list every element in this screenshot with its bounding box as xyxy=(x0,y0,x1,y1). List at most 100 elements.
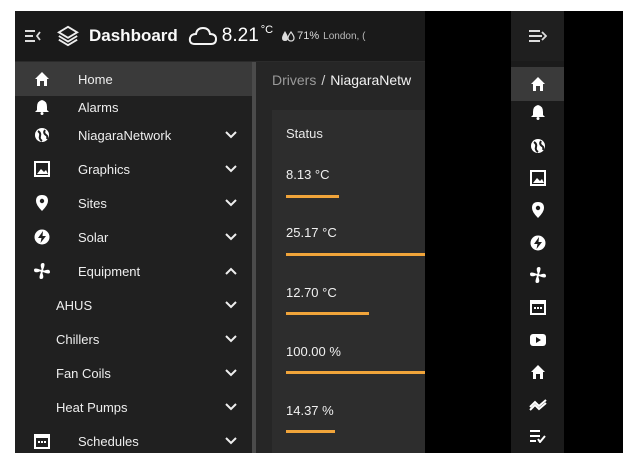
layers-icon xyxy=(51,11,85,61)
chevron-down-icon[interactable] xyxy=(224,196,238,210)
breadcrumb: Drivers / NiagaraNetw xyxy=(272,72,411,88)
bell-icon xyxy=(33,98,51,116)
temperature-unit: °C xyxy=(260,24,274,36)
location-label: London, ( xyxy=(323,30,366,42)
trend-icon xyxy=(528,399,547,411)
cloud-icon xyxy=(188,26,217,45)
bolt-icon xyxy=(33,228,51,246)
humidity-icon xyxy=(282,30,295,42)
rail-item-equipment[interactable] xyxy=(511,258,564,292)
rail-item-sites[interactable] xyxy=(511,193,564,227)
app-title: Dashboard xyxy=(89,26,178,45)
sidebar-item-label: Fan Coils xyxy=(56,365,111,381)
sidebar-item-schedules[interactable]: Schedules xyxy=(15,424,252,453)
sidebar-item-ahus[interactable]: AHUS xyxy=(15,288,252,322)
menu-expand-icon xyxy=(528,30,547,42)
chevron-up-icon[interactable] xyxy=(224,264,238,278)
sidebar-item-label: AHUS xyxy=(56,297,93,313)
status-header: Status xyxy=(286,126,323,141)
status-value: 8.13 °C xyxy=(286,167,330,182)
list-check-icon xyxy=(529,430,546,443)
chevron-down-icon[interactable] xyxy=(224,400,238,414)
breadcrumb-drivers[interactable]: Drivers xyxy=(272,72,316,88)
menu-collapse-icon xyxy=(25,30,41,42)
chevron-down-icon[interactable] xyxy=(224,162,238,176)
status-progress-bar xyxy=(286,430,335,433)
chevron-down-icon[interactable] xyxy=(224,230,238,244)
calendar-icon xyxy=(33,432,51,450)
home-icon xyxy=(530,365,545,379)
globe-icon xyxy=(530,139,545,153)
sidebar-item-label: NiagaraNetwork xyxy=(78,127,172,143)
sidebar-item-label: Equipment xyxy=(78,263,141,279)
chevron-down-icon[interactable] xyxy=(224,434,238,448)
menu-toggle-button[interactable] xyxy=(15,11,51,61)
status-progress-bar xyxy=(286,195,339,198)
top-bar: Dashboard 8.21 °C 71% London, ( xyxy=(15,11,425,62)
sidebar-item-fan-coils[interactable]: Fan Coils xyxy=(15,356,252,390)
image-icon xyxy=(529,170,546,186)
app-panel: Dashboard 8.21 °C 71% London, ( Home Ala… xyxy=(15,11,425,453)
rail-item-home-2[interactable] xyxy=(511,355,564,389)
status-value: 14.37 % xyxy=(286,403,334,418)
rail-item-alarms[interactable] xyxy=(511,95,564,129)
status-progress-bar xyxy=(286,253,425,256)
calendar-icon xyxy=(529,300,546,315)
chevron-down-icon[interactable] xyxy=(224,298,238,312)
status-value: 25.17 °C xyxy=(286,225,337,240)
chevron-down-icon[interactable] xyxy=(224,128,238,142)
globe-icon xyxy=(33,126,51,144)
youtube-icon xyxy=(529,334,546,346)
sidebar-item-heat-pumps[interactable]: Heat Pumps xyxy=(15,390,252,424)
main-content: Drivers / NiagaraNetw Status 8.13 °C 25.17… xyxy=(256,62,425,453)
status-progress-bar xyxy=(286,312,369,315)
sidebar-item-solar[interactable]: Solar xyxy=(15,220,252,254)
bolt-icon xyxy=(530,235,545,251)
status-value: 100.00 % xyxy=(286,344,341,359)
home-icon xyxy=(33,70,51,88)
sidebar-item-sites[interactable]: Sites xyxy=(15,186,252,220)
menu-expand-button[interactable] xyxy=(511,11,564,61)
rail-item-video[interactable] xyxy=(511,323,564,357)
humidity-value: 71% xyxy=(297,30,320,42)
sidebar-item-niagaranetwork[interactable]: NiagaraNetwork xyxy=(15,118,252,152)
fan-icon xyxy=(529,267,546,283)
sidebar-item-label: Alarms xyxy=(78,99,119,115)
status-value: 12.70 °C xyxy=(286,285,337,300)
sidebar-item-label: Solar xyxy=(78,229,109,245)
rail-item-schedules[interactable] xyxy=(511,290,564,324)
bell-icon xyxy=(530,105,545,120)
rail-item-solar[interactable] xyxy=(511,226,564,260)
chevron-down-icon[interactable] xyxy=(224,332,238,346)
map-pin-icon xyxy=(531,202,544,218)
sidebar-item-label: Home xyxy=(78,71,113,87)
fan-icon xyxy=(33,262,51,280)
weather-widget: 8.21 °C 71% London, ( xyxy=(188,24,366,47)
sidebar-item-label: Heat Pumps xyxy=(56,399,128,415)
sidebar-item-label: Graphics xyxy=(78,161,131,177)
status-card: Status 8.13 °C 25.17 °C 12.70 °C 100.00 … xyxy=(272,110,425,453)
sidebar-item-label: Sites xyxy=(78,195,107,211)
rail-item-graphics[interactable] xyxy=(511,161,564,195)
breadcrumb-separator: / xyxy=(321,72,326,88)
black-gap xyxy=(425,11,511,453)
collapsed-sidebar xyxy=(511,11,564,453)
rail-item-trend[interactable] xyxy=(511,387,564,421)
image-icon xyxy=(33,160,51,178)
sidebar-item-equipment[interactable]: Equipment xyxy=(15,254,252,288)
map-pin-icon xyxy=(33,194,51,212)
sidebar-item-label: Chillers xyxy=(56,331,100,347)
rail-item-tasks[interactable] xyxy=(511,419,564,453)
sidebar: Home Alarms NiagaraNetwork Graphics Site… xyxy=(15,62,252,453)
status-progress-bar xyxy=(286,371,425,374)
black-gap-right xyxy=(564,11,623,453)
sidebar-item-chillers[interactable]: Chillers xyxy=(15,322,252,356)
sidebar-item-home[interactable]: Home xyxy=(15,62,252,96)
chevron-down-icon[interactable] xyxy=(224,366,238,380)
sidebar-item-label: Schedules xyxy=(78,433,139,449)
sidebar-item-alarms[interactable]: Alarms xyxy=(15,96,252,118)
rail-item-network[interactable] xyxy=(511,129,564,163)
sidebar-item-graphics[interactable]: Graphics xyxy=(15,152,252,186)
home-icon xyxy=(530,77,545,91)
temperature-value: 8.21 xyxy=(221,25,259,46)
